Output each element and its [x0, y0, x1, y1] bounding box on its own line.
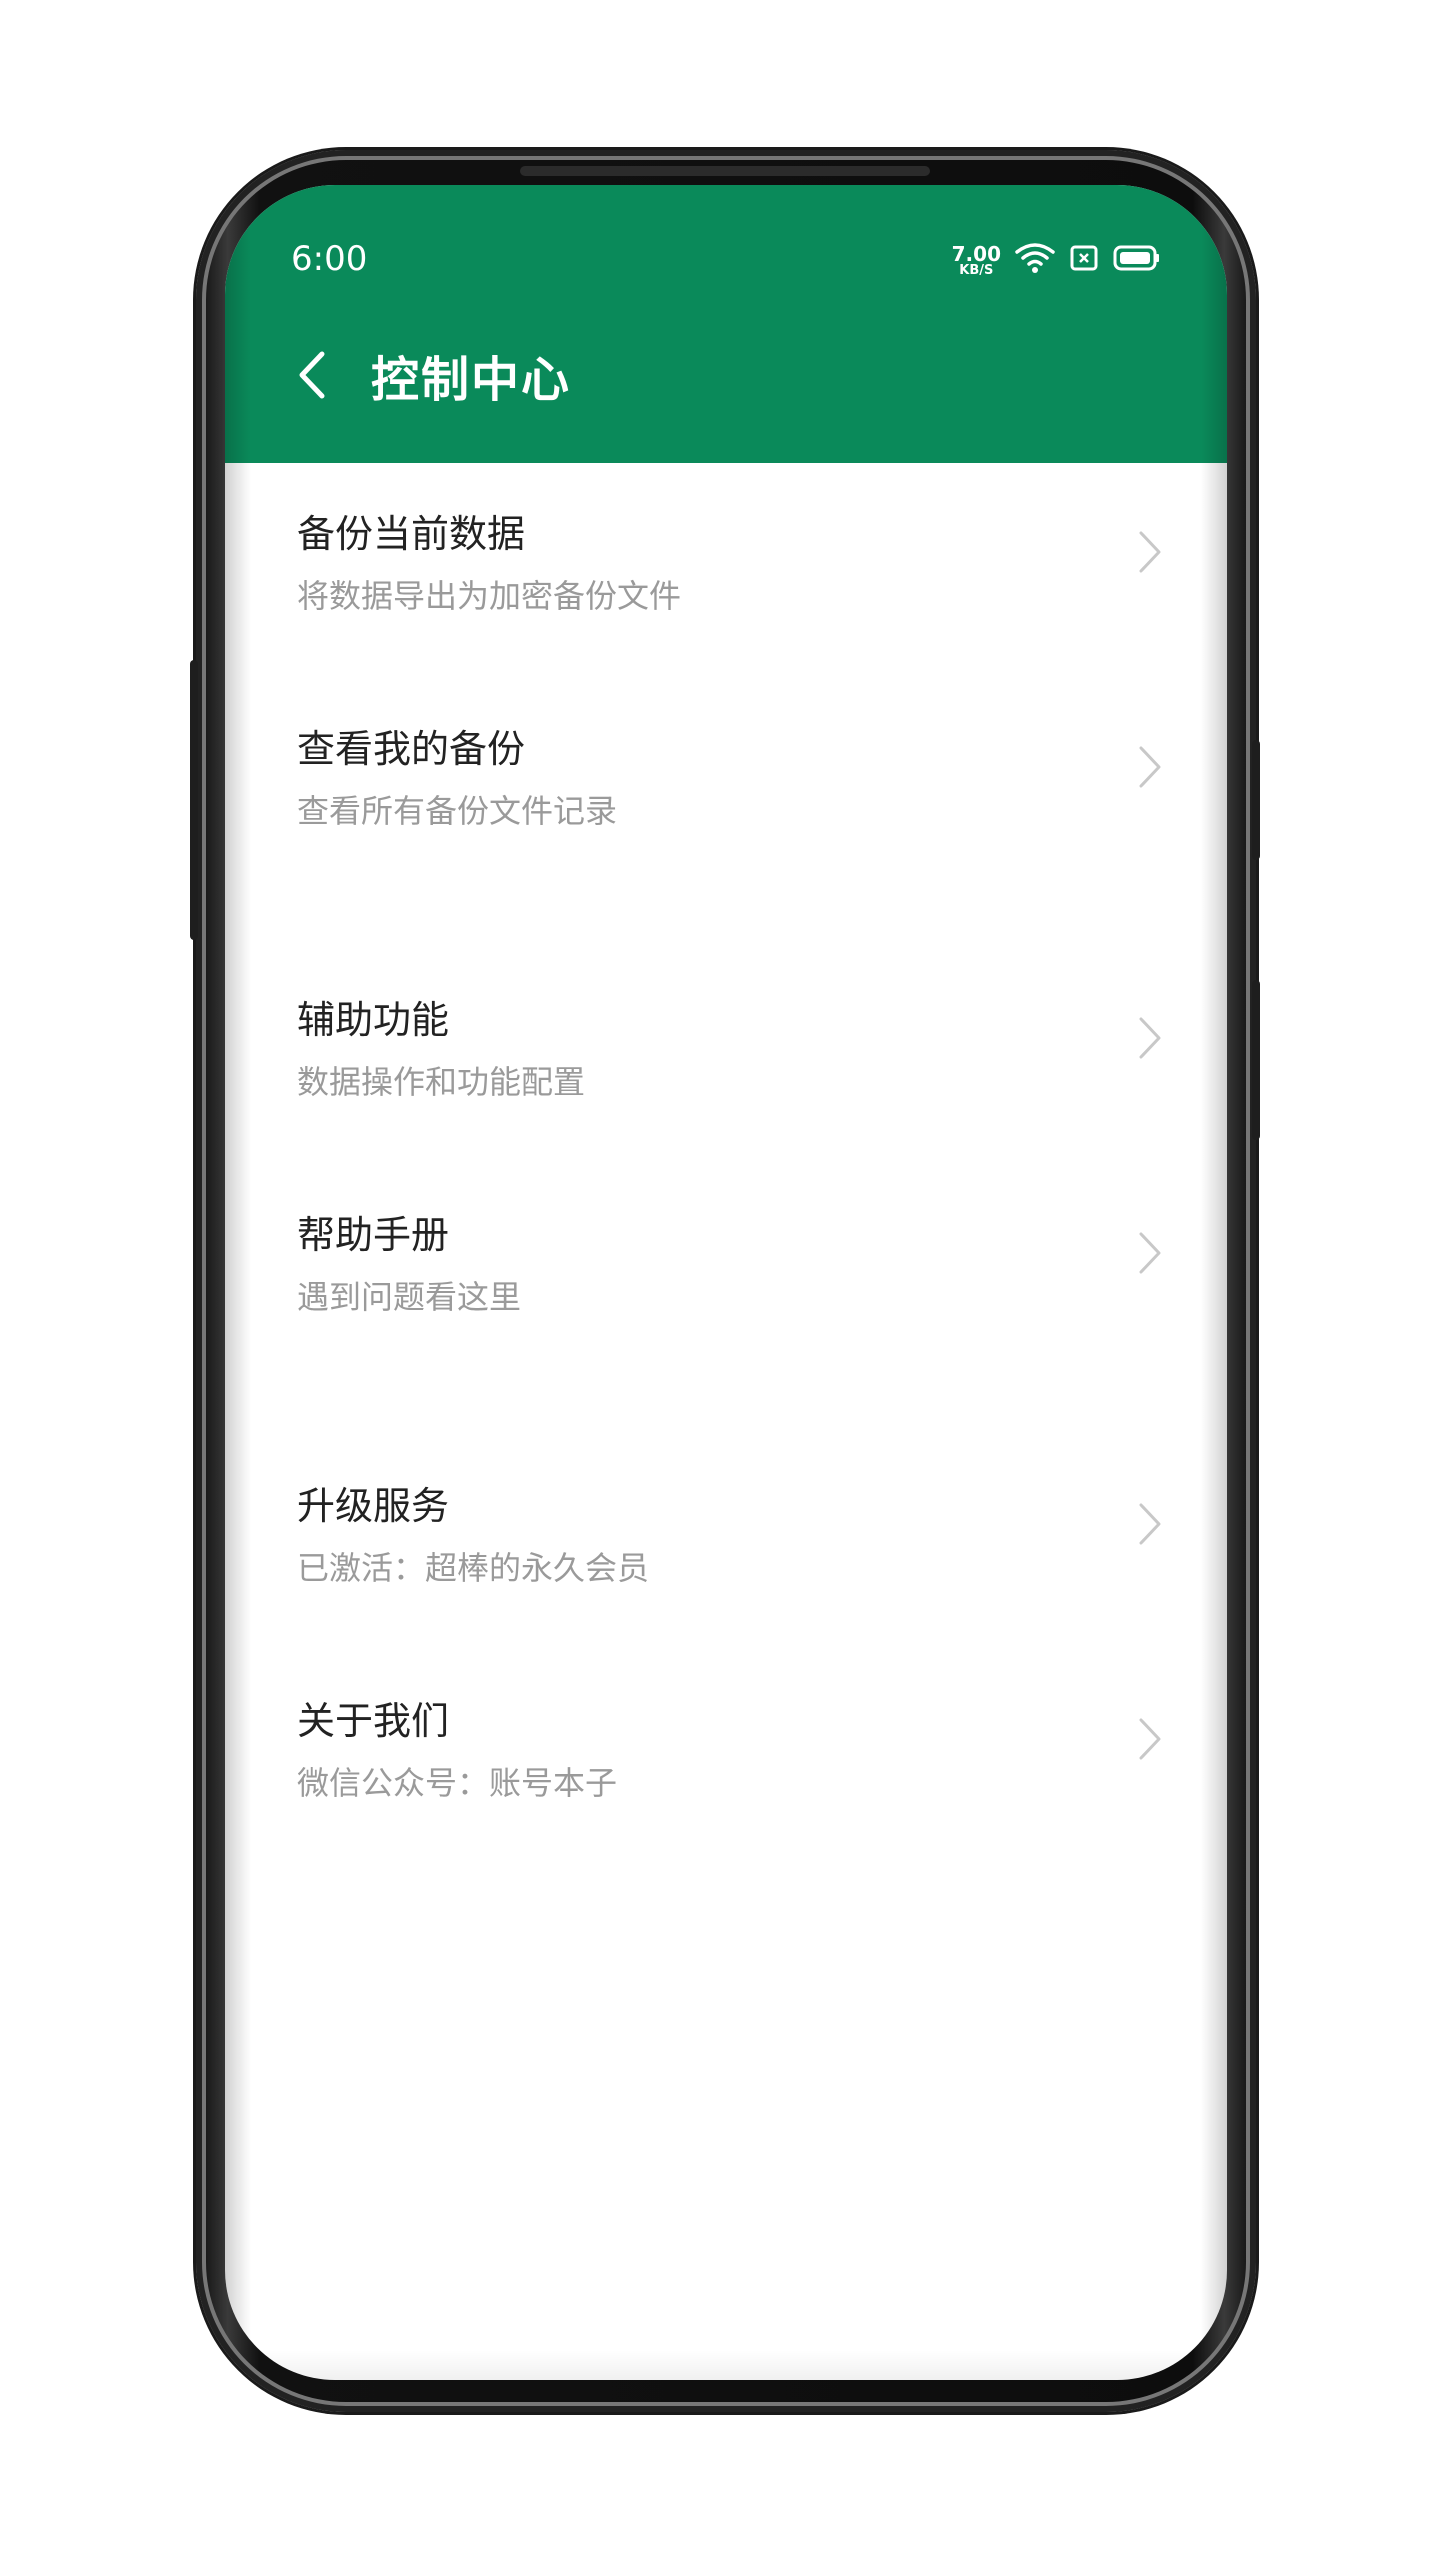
right-volume-button	[1252, 740, 1260, 860]
chevron-right-icon	[1139, 1718, 1161, 1760]
back-button[interactable]	[291, 345, 331, 405]
menu-item-about-us[interactable]: 关于我们 微信公众号：账号本子	[225, 1650, 1227, 1830]
menu-item-accessibility[interactable]: 辅助功能 数据操作和功能配置	[225, 949, 1227, 1129]
status-time: 6:00	[291, 239, 368, 279]
menu-item-upgrade-service[interactable]: 升级服务 已激活：超棒的永久会员	[225, 1435, 1227, 1615]
chevron-right-icon	[1139, 531, 1161, 573]
menu-item-subtitle: 微信公众号：账号本子	[297, 1764, 618, 1802]
menu-item-title: 查看我的备份	[297, 727, 526, 771]
app-header: 6:00 7.00 KB/S 控制中心	[225, 185, 1227, 463]
menu-item-help-manual[interactable]: 帮助手册 遇到问题看这里	[225, 1164, 1227, 1344]
menu-item-title: 辅助功能	[297, 998, 450, 1042]
chevron-right-icon	[1139, 746, 1161, 788]
left-side-button	[190, 660, 198, 940]
status-icons: 7.00 KB/S	[952, 235, 1161, 285]
status-bar: 6:00 7.00 KB/S	[291, 235, 1161, 285]
menu-item-title: 备份当前数据	[297, 512, 526, 556]
battery-icon	[1113, 244, 1161, 276]
right-power-button	[1252, 980, 1260, 1140]
stage: 6:00 7.00 KB/S 控制中心 备份当前数据 将数据导出为加密备份文件 …	[0, 0, 1449, 2560]
wifi-icon	[1015, 241, 1055, 279]
menu-item-subtitle: 已激活：超棒的永久会员	[297, 1549, 650, 1587]
sim-card-icon	[1069, 243, 1099, 277]
network-speed: 7.00 KB/S	[952, 244, 1001, 277]
menu-item-subtitle: 遇到问题看这里	[297, 1278, 522, 1316]
navigation-bar: 控制中心	[291, 335, 571, 415]
menu-item-title: 升级服务	[297, 1484, 450, 1528]
menu-item-subtitle: 数据操作和功能配置	[297, 1063, 586, 1101]
chevron-right-icon	[1139, 1503, 1161, 1545]
chevron-right-icon	[1139, 1017, 1161, 1059]
earpiece	[520, 166, 930, 176]
screen-bottom-edge	[225, 2350, 1227, 2380]
menu-item-backup-data[interactable]: 备份当前数据 将数据导出为加密备份文件	[225, 463, 1227, 643]
chevron-right-icon	[1139, 1232, 1161, 1274]
menu-item-subtitle: 将数据导出为加密备份文件	[297, 577, 682, 615]
network-speed-value: 7.00	[951, 241, 1001, 266]
network-speed-unit: KB/S	[959, 262, 994, 278]
page-title: 控制中心	[371, 352, 572, 408]
menu-item-title: 帮助手册	[297, 1213, 450, 1257]
screen: 6:00 7.00 KB/S 控制中心 备份当前数据 将数据导出为加密备份文件 …	[225, 185, 1227, 2380]
menu-item-view-backups[interactable]: 查看我的备份 查看所有备份文件记录	[225, 678, 1227, 858]
menu-item-title: 关于我们	[297, 1699, 450, 1743]
chevron-left-icon	[299, 351, 325, 399]
menu-item-subtitle: 查看所有备份文件记录	[297, 792, 618, 830]
